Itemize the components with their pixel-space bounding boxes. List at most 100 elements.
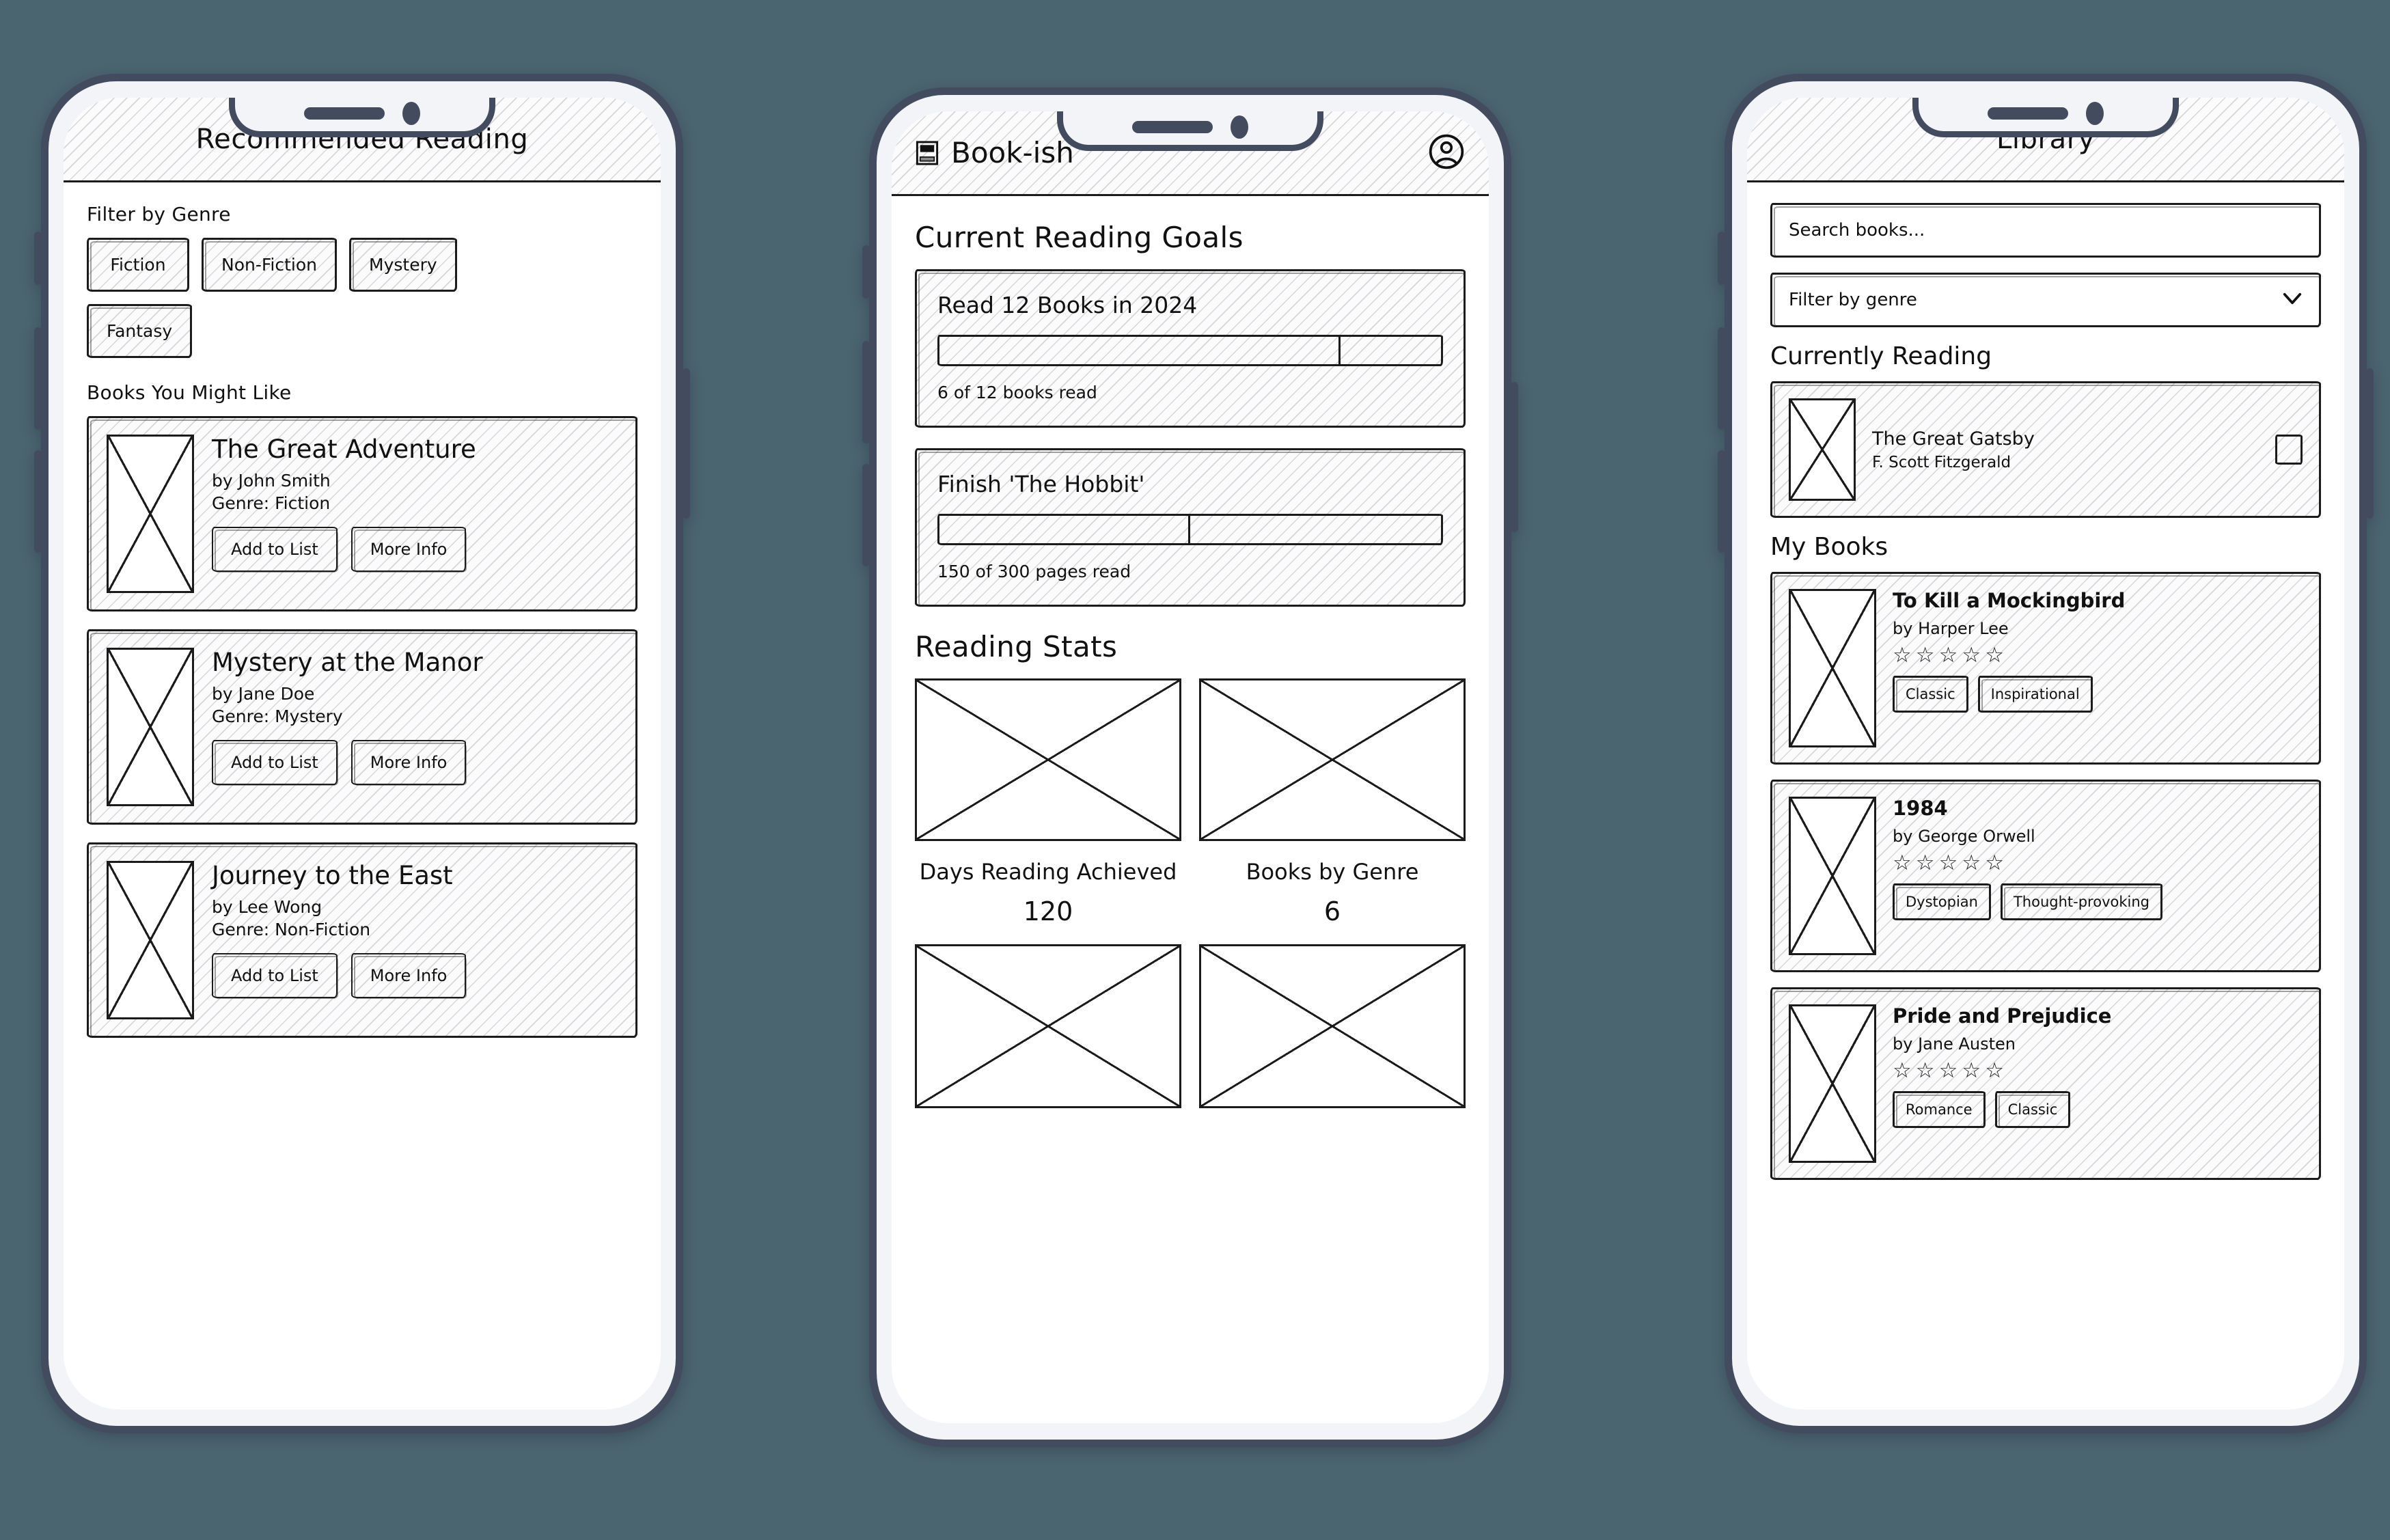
star-icon[interactable]: ☆ (1893, 645, 1912, 666)
stat-value: 6 (1323, 896, 1341, 927)
book-author: F. Scott Fitzgerald (1872, 453, 2011, 471)
library-book-body: 1984 by George Orwell ☆ ☆ ☆ ☆ ☆ Dystopian Th… (1893, 797, 2303, 955)
star-icon[interactable]: ☆ (1916, 1060, 1935, 1082)
star-icon[interactable]: ☆ (1939, 853, 1958, 874)
book-icon (915, 140, 939, 166)
content-goals: Current Reading Goals Read 12 Books in 2… (892, 196, 1489, 1109)
silence-switch[interactable] (862, 245, 870, 299)
book-card-body: Mystery at the Manor by Jane Doe Genre: … (212, 648, 618, 806)
rating-stars[interactable]: ☆ ☆ ☆ ☆ ☆ (1893, 853, 2303, 874)
scroll-area-goals[interactable]: Book-ish Current Reading Goals Read 12 B… (892, 111, 1489, 1423)
power-button[interactable] (2366, 368, 2374, 519)
power-button[interactable] (1511, 382, 1518, 532)
genre-chip-fantasy[interactable]: Fantasy (87, 304, 193, 358)
rating-stars[interactable]: ☆ ☆ ☆ ☆ ☆ (1893, 1060, 2303, 1082)
star-icon[interactable]: ☆ (1962, 645, 1981, 666)
stat-label: Books by Genre (1246, 859, 1419, 885)
front-camera-icon (402, 101, 420, 125)
star-icon[interactable]: ☆ (1893, 1060, 1912, 1082)
star-icon[interactable]: ☆ (1962, 1060, 1981, 1082)
book-tag[interactable]: Inspirational (1977, 676, 2093, 713)
star-icon[interactable]: ☆ (1985, 853, 2004, 874)
volume-up-button[interactable] (862, 341, 870, 443)
book-title: 1984 (1893, 797, 1948, 820)
stat-value: 120 (1023, 896, 1073, 927)
scroll-area-library[interactable]: Library Search books... Filter by genre … (1747, 98, 2344, 1410)
star-icon[interactable]: ☆ (1893, 853, 1912, 874)
book-card-actions: Add to List More Info (212, 740, 618, 786)
goal-status: 6 of 12 books read (937, 383, 1097, 402)
book-tag[interactable]: Romance (1893, 1091, 1986, 1128)
app-brand: Book-ish (915, 136, 1074, 169)
library-book-card[interactable]: Pride and Prejudice by Jane Austen ☆ ☆ ☆ ☆ ☆… (1770, 987, 2321, 1180)
genre-chip-fiction[interactable]: Fiction (87, 238, 189, 292)
library-book-body: To Kill a Mockingbird by Harper Lee ☆ ☆ ☆ ☆… (1893, 589, 2303, 747)
scroll-area-recommended[interactable]: Recommended Reading Filter by Genre Fict… (64, 98, 661, 1410)
volume-down-button[interactable] (1718, 450, 1725, 553)
goal-card[interactable]: Finish 'The Hobbit' 150 of 300 pages rea… (915, 448, 1466, 607)
app-name: Book-ish (951, 136, 1074, 169)
library-book-card[interactable]: To Kill a Mockingbird by Harper Lee ☆ ☆ ☆ ☆… (1770, 572, 2321, 765)
book-author: by Jane Doe (212, 684, 315, 704)
more-info-button[interactable]: More Info (351, 953, 467, 999)
book-tag[interactable]: Classic (1893, 676, 1968, 713)
add-to-list-button[interactable]: Add to List (212, 527, 338, 573)
genre-filter-select[interactable]: Filter by genre (1770, 273, 2321, 327)
book-card[interactable]: Mystery at the Manor by Jane Doe Genre: … (87, 629, 637, 825)
library-book-card[interactable]: 1984 by George Orwell ☆ ☆ ☆ ☆ ☆ Dystopian Th… (1770, 780, 2321, 972)
book-tag[interactable]: Thought-provoking (2000, 883, 2163, 920)
star-icon[interactable]: ☆ (1939, 645, 1958, 666)
currently-reading-card[interactable]: The Great Gatsby F. Scott Fitzgerald (1770, 381, 2321, 518)
genre-chip-group-row2: Fantasy (87, 304, 637, 358)
book-card[interactable]: Journey to the East by Lee Wong Genre: N… (87, 842, 637, 1038)
goal-title: Finish 'The Hobbit' (937, 471, 1145, 497)
genre-chip-mystery[interactable]: Mystery (349, 238, 457, 292)
book-title: Pride and Prejudice (1893, 1004, 2112, 1028)
goal-progress-fill (939, 516, 1190, 543)
phone-notch (229, 98, 495, 137)
book-cover-placeholder (1789, 797, 1876, 955)
goal-title: Read 12 Books in 2024 (937, 292, 1198, 318)
rating-stars[interactable]: ☆ ☆ ☆ ☆ ☆ (1893, 645, 2303, 666)
volume-down-button[interactable] (34, 450, 42, 553)
book-author: by George Orwell (1893, 827, 2035, 846)
screen-recommended: Recommended Reading Filter by Genre Fict… (64, 98, 661, 1410)
search-input[interactable]: Search books... (1770, 203, 2321, 258)
book-tag[interactable]: Classic (1994, 1091, 2071, 1128)
volume-up-button[interactable] (34, 327, 42, 430)
stats-heading: Reading Stats (915, 630, 1118, 663)
goals-heading: Current Reading Goals (915, 221, 1244, 254)
star-icon[interactable]: ☆ (1985, 1060, 2004, 1082)
volume-up-button[interactable] (1718, 327, 1725, 430)
book-card[interactable]: The Great Adventure by John Smith Genre:… (87, 416, 637, 611)
filter-section-label: Filter by Genre (87, 203, 231, 225)
screen-goals: Book-ish Current Reading Goals Read 12 B… (892, 111, 1489, 1423)
goal-progress-fill (939, 337, 1341, 364)
star-icon[interactable]: ☆ (1985, 645, 2004, 666)
book-cover-placeholder (107, 648, 194, 806)
power-button[interactable] (683, 368, 690, 519)
user-avatar-icon[interactable] (1427, 133, 1466, 174)
goal-card[interactable]: Read 12 Books in 2024 6 of 12 books read (915, 269, 1466, 428)
stat-card: Days Reading Achieved 120 (915, 678, 1181, 1109)
book-title: Journey to the East (212, 861, 453, 890)
content-library: Search books... Filter by genre Currentl… (1747, 182, 2344, 1180)
mark-finished-checkbox[interactable] (2275, 435, 2303, 465)
star-icon[interactable]: ☆ (1962, 853, 1981, 874)
add-to-list-button[interactable]: Add to List (212, 953, 338, 999)
tag-group: Dystopian Thought-provoking (1893, 883, 2303, 920)
library-book-body: Pride and Prejudice by Jane Austen ☆ ☆ ☆ ☆ ☆… (1893, 1004, 2303, 1163)
more-info-button[interactable]: More Info (351, 740, 467, 786)
star-icon[interactable]: ☆ (1939, 1060, 1958, 1082)
stat-chart-placeholder-secondary (1199, 944, 1466, 1109)
genre-chip-non-fiction[interactable]: Non-Fiction (202, 238, 338, 292)
book-cover-placeholder (107, 861, 194, 1019)
more-info-button[interactable]: More Info (351, 527, 467, 573)
star-icon[interactable]: ☆ (1916, 645, 1935, 666)
book-tag[interactable]: Dystopian (1893, 883, 1991, 920)
volume-down-button[interactable] (862, 464, 870, 566)
silence-switch[interactable] (1718, 232, 1725, 285)
star-icon[interactable]: ☆ (1916, 853, 1935, 874)
silence-switch[interactable] (34, 232, 42, 285)
add-to-list-button[interactable]: Add to List (212, 740, 338, 786)
